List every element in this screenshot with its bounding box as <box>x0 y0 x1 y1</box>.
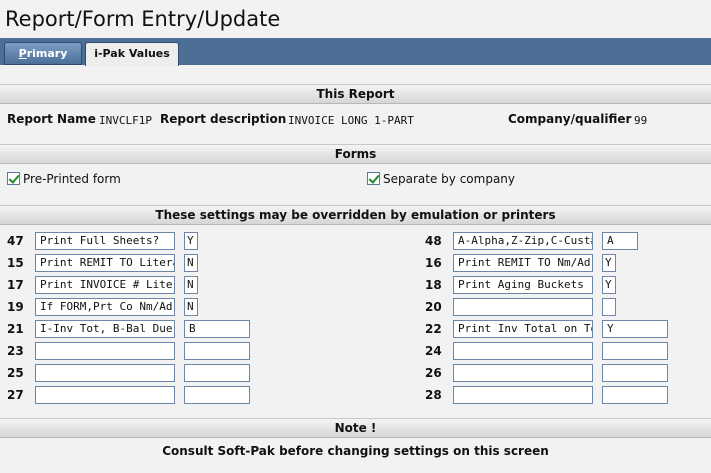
setting-number: 19 <box>7 300 24 314</box>
note-text: Consult Soft-Pak before changing setting… <box>162 444 549 458</box>
setting-value-field[interactable] <box>602 386 668 404</box>
setting-value-field[interactable]: Y <box>602 276 616 294</box>
report-description-label: Report description <box>160 112 287 126</box>
setting-value-field[interactable]: Y <box>184 232 198 250</box>
setting-value-field[interactable] <box>602 364 668 382</box>
setting-number: 28 <box>425 388 442 402</box>
report-name-value: INVCLF1P <box>99 114 152 127</box>
section-header-this-report: This Report <box>0 84 711 104</box>
separate-by-company-label: Separate by company <box>383 172 515 186</box>
setting-value-field[interactable]: A <box>602 232 638 250</box>
tab-primary[interactable]: Primary <box>4 42 82 65</box>
report-description-value: INVOICE LONG 1-PART <box>288 114 414 127</box>
section-header-forms: Forms <box>0 144 711 164</box>
setting-number: 25 <box>7 366 24 380</box>
setting-number: 18 <box>425 278 442 292</box>
setting-description-field[interactable] <box>453 364 593 382</box>
section-header-note: Note ! <box>0 418 711 438</box>
preprinted-form-label: Pre-Printed form <box>23 172 121 186</box>
setting-description-field[interactable]: Print Inv Total on Top <box>453 320 593 338</box>
setting-description-field[interactable] <box>453 298 593 316</box>
setting-value-field[interactable]: Y <box>602 254 616 272</box>
separate-by-company-checkbox[interactable] <box>367 172 380 185</box>
setting-description-field[interactable] <box>35 386 175 404</box>
setting-description-field[interactable]: Print REMIT TO Nm/Adrs <box>453 254 593 272</box>
setting-description-field[interactable]: If FORM,Prt Co Nm/Adrs <box>35 298 175 316</box>
setting-value-field[interactable] <box>184 342 250 360</box>
setting-value-field[interactable] <box>184 386 250 404</box>
setting-description-field[interactable] <box>453 342 593 360</box>
setting-description-field[interactable] <box>35 342 175 360</box>
setting-value-field[interactable]: N <box>184 254 198 272</box>
setting-number: 47 <box>7 234 24 248</box>
setting-description-field[interactable] <box>453 386 593 404</box>
setting-number: 16 <box>425 256 442 270</box>
section-header-settings: These settings may be overridden by emul… <box>0 205 711 225</box>
tab-primary-mnemonic: P <box>18 47 27 60</box>
setting-number: 26 <box>425 366 442 380</box>
tab-ipak-values[interactable]: i-Pak Values <box>85 42 179 66</box>
setting-number: 27 <box>7 388 24 402</box>
setting-description-field[interactable] <box>35 364 175 382</box>
setting-value-field[interactable] <box>602 298 616 316</box>
setting-value-field[interactable]: N <box>184 298 198 316</box>
setting-number: 48 <box>425 234 442 248</box>
setting-number: 21 <box>7 322 24 336</box>
setting-value-field[interactable] <box>184 364 250 382</box>
preprinted-form-checkbox[interactable] <box>7 172 20 185</box>
setting-description-field[interactable]: Print Full Sheets? <box>35 232 175 250</box>
setting-value-field[interactable] <box>602 342 668 360</box>
setting-number: 17 <box>7 278 24 292</box>
tab-bar: Primary i-Pak Values <box>0 38 711 66</box>
setting-number: 24 <box>425 344 442 358</box>
setting-description-field[interactable]: I-Inv Tot, B-Bal Due <box>35 320 175 338</box>
setting-number: 15 <box>7 256 24 270</box>
window-title: Report/Form Entry/Update <box>5 7 281 31</box>
setting-value-field[interactable]: B <box>184 320 250 338</box>
setting-value-field[interactable]: N <box>184 276 198 294</box>
report-name-label: Report Name <box>7 112 96 126</box>
tab-primary-label: rimary <box>26 47 68 60</box>
company-qualifier-label: Company/qualifier <box>508 112 632 126</box>
setting-description-field[interactable]: Print Aging Buckets <box>453 276 593 294</box>
setting-description-field[interactable]: Print REMIT TO Literal <box>35 254 175 272</box>
setting-number: 20 <box>425 300 442 314</box>
setting-value-field[interactable]: Y <box>602 320 668 338</box>
company-qualifier-value: 99 <box>634 114 648 127</box>
setting-description-field[interactable]: Print INVOICE # Literl <box>35 276 175 294</box>
setting-number: 22 <box>425 322 442 336</box>
setting-number: 23 <box>7 344 24 358</box>
setting-description-field[interactable]: A-Alpha,Z-Zip,C-Cust# <box>453 232 593 250</box>
